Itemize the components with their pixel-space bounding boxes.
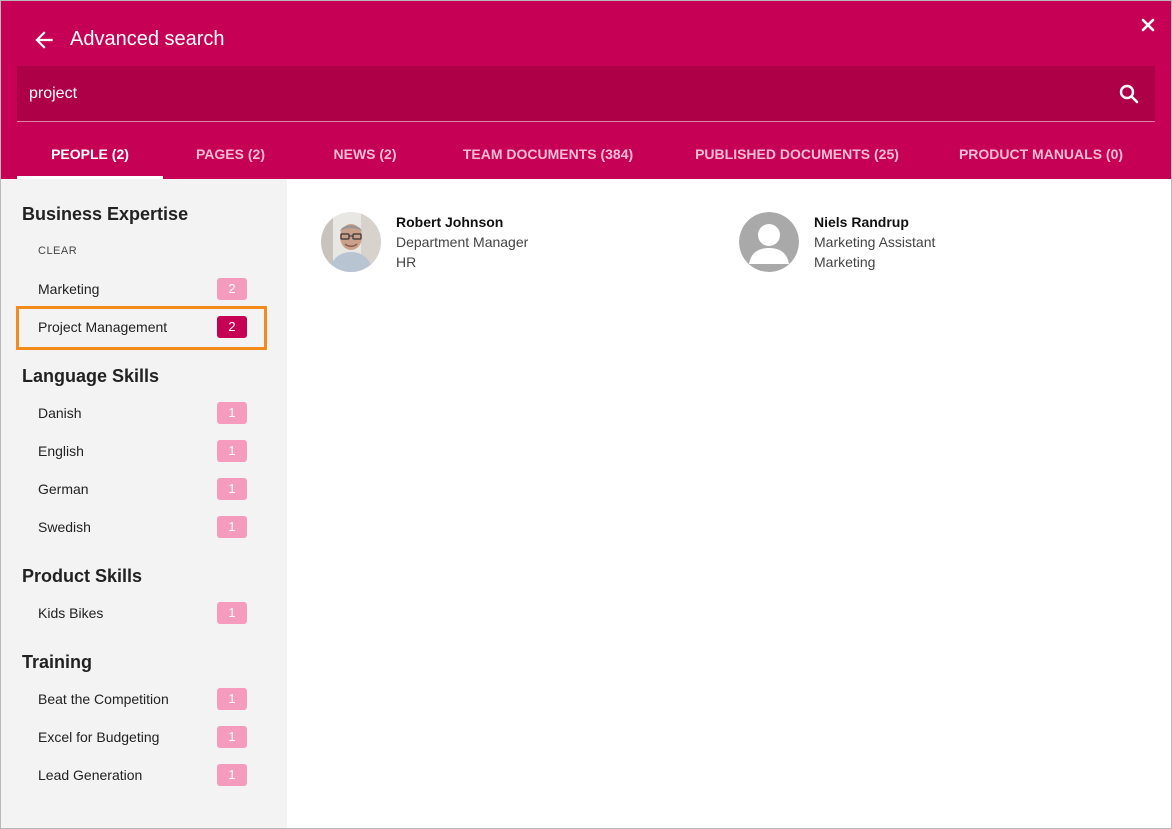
close-icon [1141, 18, 1155, 32]
clear-filter-link[interactable]: CLEAR [38, 245, 77, 257]
facet-item[interactable]: Excel for Budgeting 1 [21, 720, 263, 754]
facet-group-title: Language Skills [22, 366, 160, 386]
facet-item[interactable]: Kids Bikes 1 [21, 596, 263, 630]
facet-group-title: Product Skills [22, 566, 143, 586]
facet-item[interactable]: Marketing 2 [21, 272, 263, 306]
facet-group-title: Training [22, 652, 93, 672]
facet-label: Lead Generation [38, 767, 143, 783]
facet-label: Beat the Competition [38, 691, 169, 707]
person-card[interactable]: Niels Randrup Marketing Assistant Market… [739, 212, 1039, 276]
facet-item[interactable]: Swedish 1 [21, 510, 263, 544]
search-button[interactable] [1117, 82, 1141, 106]
facet-label: German [38, 481, 89, 497]
facet-item[interactable]: Danish 1 [21, 396, 263, 430]
person-photo [321, 212, 381, 272]
facet-count-badge: 1 [217, 726, 247, 748]
facet-group-title: Business Expertise [22, 204, 189, 224]
person-name: Robert Johnson [396, 214, 504, 230]
search-icon [1119, 84, 1139, 104]
person-placeholder-icon [739, 212, 799, 272]
facet-item[interactable]: English 1 [21, 434, 263, 468]
people-results: Robert Johnson Department Manager HR Nie… [287, 179, 1171, 828]
facet-count-badge: 1 [217, 764, 247, 786]
facet-count-badge: 1 [217, 402, 247, 424]
tab-pages[interactable]: PAGES (2) [163, 129, 298, 179]
tab-published-documents[interactable]: PUBLISHED DOCUMENTS (25) [664, 129, 930, 179]
facet-item[interactable]: German 1 [21, 472, 263, 506]
facet-count-badge: 1 [217, 516, 247, 538]
tab-team-documents[interactable]: TEAM DOCUMENTS (384) [432, 129, 664, 179]
facet-label: Project Management [38, 319, 168, 335]
facet-label: English [38, 443, 84, 459]
facet-item-selected[interactable]: Project Management 2 [21, 310, 263, 344]
person-department: Marketing [814, 254, 876, 270]
facet-item[interactable]: Beat the Competition 1 [21, 682, 263, 716]
dialog-header: Advanced search PEOPLE (2) PAGES (2) NEW… [1, 1, 1171, 179]
tab-news[interactable]: NEWS (2) [298, 129, 432, 179]
tab-product-manuals[interactable]: PRODUCT MANUALS (0) [930, 129, 1152, 179]
search-input[interactable] [29, 66, 1099, 121]
facet-sidebar: Business Expertise CLEAR Marketing 2 Pro… [1, 179, 287, 828]
facet-label: Danish [38, 405, 82, 421]
facet-count-badge: 1 [217, 478, 247, 500]
back-button[interactable] [31, 27, 57, 53]
close-button[interactable] [1138, 15, 1158, 35]
advanced-search-dialog: Advanced search PEOPLE (2) PAGES (2) NEW… [0, 0, 1172, 829]
search-bar [17, 66, 1155, 122]
arrow-left-icon [35, 31, 53, 49]
facet-label: Kids Bikes [38, 605, 104, 621]
facet-count-badge: 1 [217, 688, 247, 710]
facet-label: Excel for Budgeting [38, 729, 160, 745]
facet-label: Marketing [38, 281, 100, 297]
dialog-title: Advanced search [70, 28, 225, 50]
facet-item[interactable]: Lead Generation 1 [21, 758, 263, 792]
person-department: HR [396, 254, 417, 270]
facet-count-badge: 2 [217, 316, 247, 338]
person-name: Niels Randrup [814, 214, 909, 230]
tab-people[interactable]: PEOPLE (2) [17, 129, 163, 179]
facet-count-badge: 1 [217, 440, 247, 462]
person-title: Marketing Assistant [814, 234, 936, 250]
facet-label: Swedish [38, 519, 91, 535]
facet-count-badge: 1 [217, 602, 247, 624]
person-card[interactable]: Robert Johnson Department Manager HR [321, 212, 621, 276]
facet-count-badge: 2 [217, 278, 247, 300]
avatar [321, 212, 381, 272]
avatar [739, 212, 799, 272]
person-title: Department Manager [396, 234, 529, 250]
